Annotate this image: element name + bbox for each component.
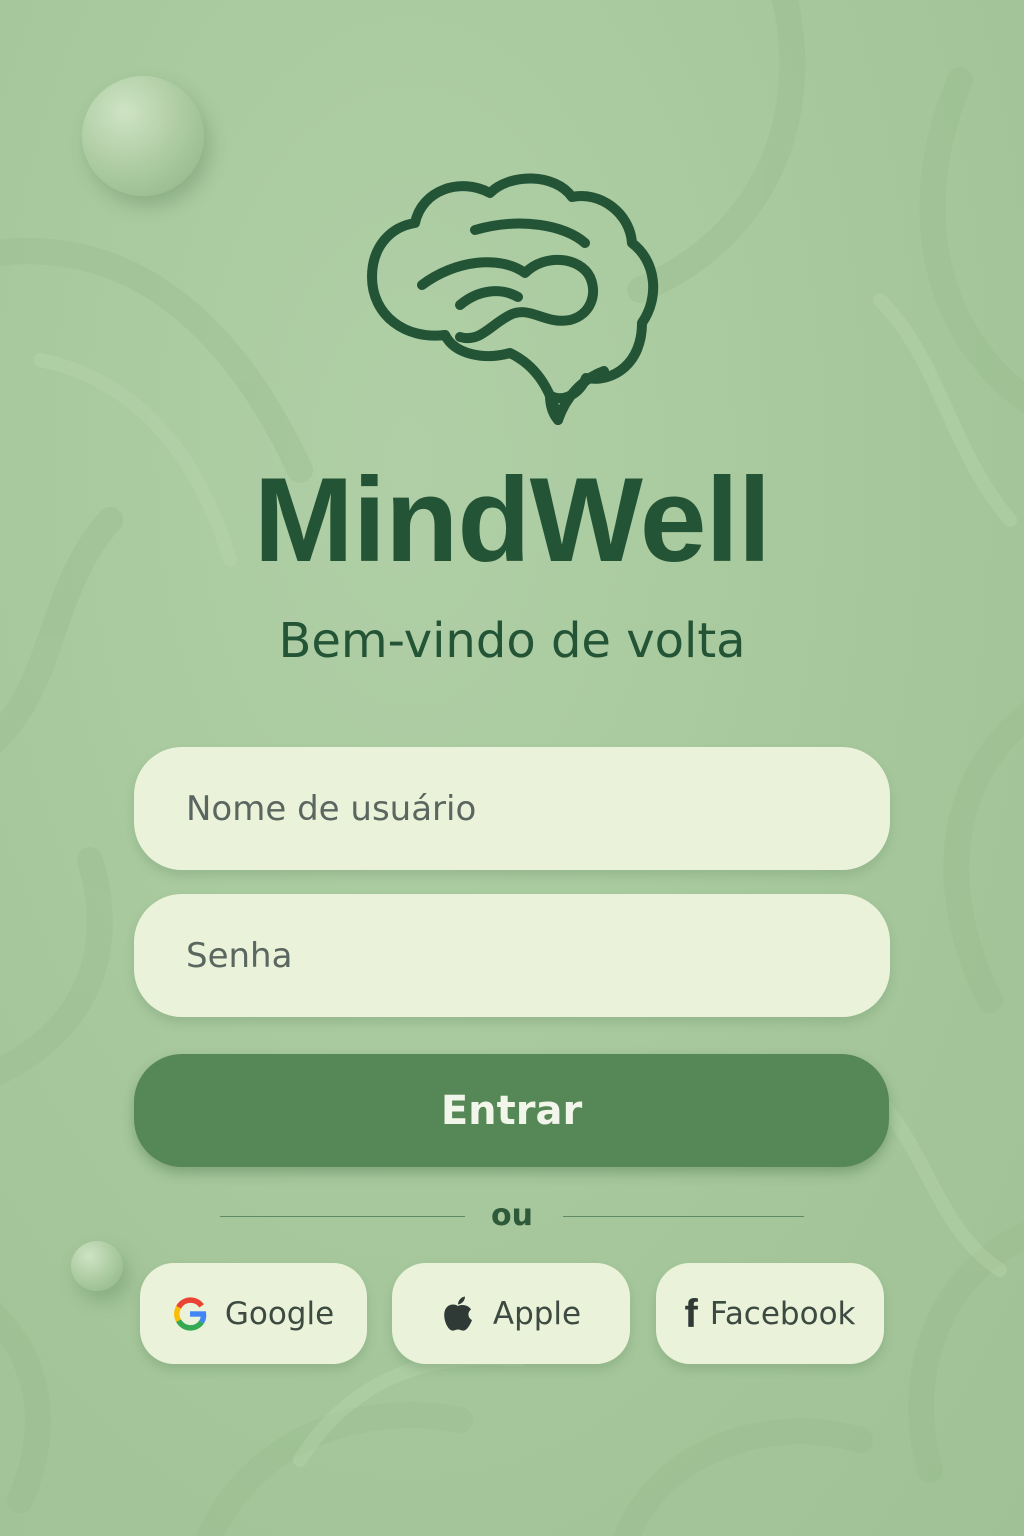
divider-line-left xyxy=(220,1216,465,1217)
google-icon xyxy=(173,1296,207,1331)
divider-line-right xyxy=(563,1216,804,1217)
username-input[interactable] xyxy=(134,747,890,870)
password-input[interactable] xyxy=(134,894,890,1017)
decorative-sphere-small xyxy=(71,1241,123,1291)
google-login-button[interactable]: Google xyxy=(140,1263,367,1364)
decorative-sphere xyxy=(82,76,204,196)
google-login-label: Google xyxy=(224,1295,335,1332)
welcome-subtitle: Bem-vindo de volta xyxy=(278,613,746,669)
login-screen: MindWell Bem-vindo de volta Entrar ou Go… xyxy=(0,0,1024,1536)
facebook-login-button[interactable]: f Facebook xyxy=(656,1263,884,1364)
apple-icon xyxy=(441,1295,475,1333)
facebook-login-label: Facebook xyxy=(709,1295,856,1332)
brain-logo-icon xyxy=(367,173,659,425)
login-button[interactable]: Entrar xyxy=(134,1054,889,1167)
facebook-icon: f xyxy=(684,1291,698,1336)
app-title: MindWell xyxy=(253,453,771,587)
apple-login-button[interactable]: Apple xyxy=(392,1263,630,1364)
divider-or-label: ou xyxy=(491,1198,533,1233)
apple-login-label: Apple xyxy=(492,1295,582,1332)
